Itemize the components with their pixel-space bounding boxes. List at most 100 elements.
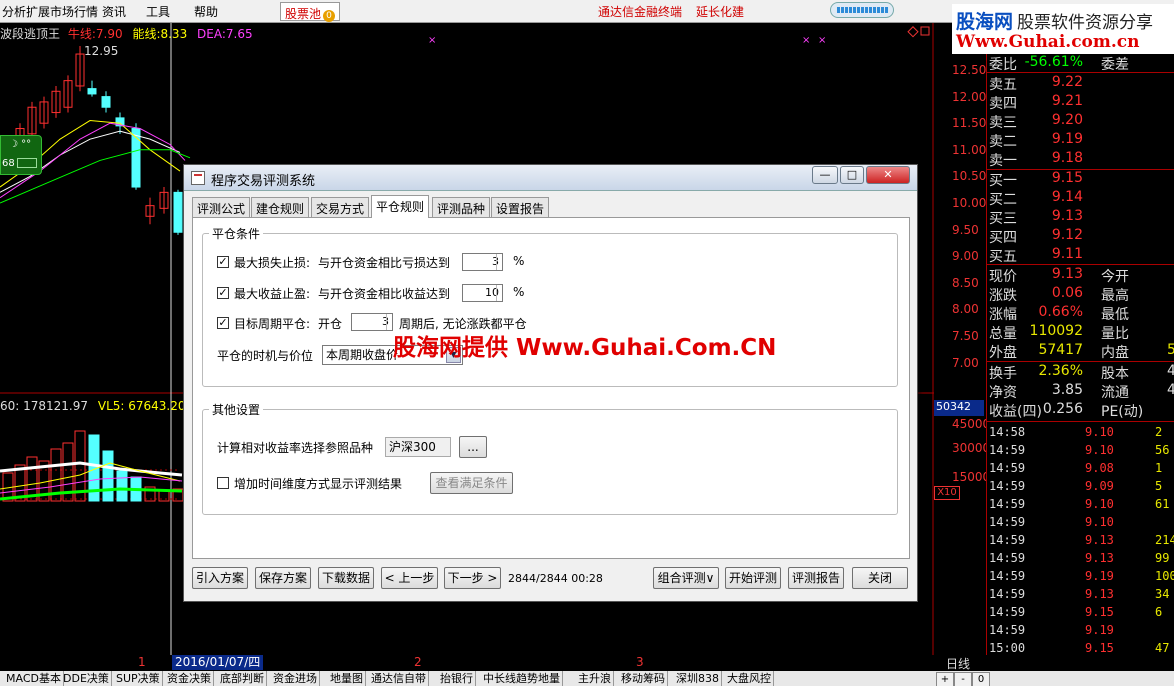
indicator-tab[interactable]: 主升浪 (576, 671, 614, 686)
menu-item-news[interactable]: 资讯 (102, 3, 126, 20)
stop-loss-checkbox[interactable]: ✓ (217, 256, 229, 268)
start-test-button[interactable]: 开始评测 (725, 567, 781, 589)
indicator-tab[interactable]: 深圳838 (674, 671, 722, 686)
zoom-controls: + -0 (936, 671, 990, 686)
close-rules-pane: 平仓条件 ✓ 最大损失止损: 与开仓资金相比亏损达到 3 % ✓ 最大收益止盈:… (192, 217, 910, 559)
tick-volume: 100 (1155, 569, 1174, 583)
save-plan-button[interactable]: 保存方案 (255, 567, 311, 589)
tick-row[interactable]: 14:59 9.13 99 (987, 551, 1174, 569)
stock-pool-button[interactable]: 股票池 0 (280, 2, 341, 22)
tick-row[interactable]: 14:59 9.15 6 (987, 605, 1174, 623)
tick-price: 9.10 (1085, 515, 1114, 529)
date-marker-3: 3 (636, 655, 644, 669)
prev-step-button[interactable]: < 上一步 (381, 567, 438, 589)
zoom-out-button[interactable]: - (954, 672, 972, 686)
combo-test-button[interactable]: 组合评测∨ (653, 567, 719, 589)
browse-reference-button[interactable]: ... (459, 436, 487, 458)
download-data-button[interactable]: 下载数据 (318, 567, 374, 589)
import-plan-button[interactable]: 引入方案 (192, 567, 248, 589)
tick-row[interactable]: 14:59 9.13 214 (987, 533, 1174, 551)
indicator-float-panel[interactable]: ☽ °° 68 (0, 135, 42, 175)
zoom-in-button[interactable]: + (936, 672, 954, 686)
close-dialog-button[interactable]: 关闭 (852, 567, 908, 589)
tick-row[interactable]: 14:59 9.13 34 (987, 587, 1174, 605)
tick-row[interactable]: 14:59 9.08 1 (987, 461, 1174, 479)
period-close-checkbox[interactable]: ✓ (217, 317, 229, 329)
stat-label-2: 量比 (1101, 326, 1129, 342)
time-dimension-checkbox[interactable] (217, 477, 229, 489)
buy-level-price: 9.13 (1051, 208, 1083, 224)
stop-loss-input[interactable]: 3 (462, 253, 503, 271)
signal-marker: × (428, 35, 436, 46)
promo-link-terminal[interactable]: 通达信金融终端 (598, 3, 682, 20)
tick-volume: 2 (1155, 425, 1163, 439)
candle-body (87, 88, 97, 95)
tab-instruments[interactable]: 评测品种 (432, 197, 491, 217)
buy-level-label: 买二 (989, 192, 1017, 208)
tick-row[interactable]: 14:59 9.09 5 (987, 479, 1174, 497)
menu-item-tools[interactable]: 工具 (146, 3, 170, 20)
float-panel-icons: ☽ °° (9, 139, 32, 150)
buy-level-price: 9.15 (1051, 170, 1083, 186)
menu-item-extended-market[interactable]: 扩展市场行情 (26, 3, 98, 20)
tick-row[interactable]: 14:59 9.10 56 (987, 443, 1174, 461)
promo-link-stock[interactable]: 延长化建 (696, 3, 744, 20)
tick-row[interactable]: 14:59 9.10 61 (987, 497, 1174, 515)
view-matches-button[interactable]: 查看满足条件 (430, 472, 513, 494)
sell-level-price: 9.19 (1051, 131, 1083, 147)
dea-label: DEA: (197, 27, 226, 41)
tab-trade-mode[interactable]: 交易方式 (311, 197, 370, 217)
indicator-tab[interactable]: 移动筹码 (619, 671, 668, 686)
indicator-tab[interactable]: SUP决策 (114, 671, 163, 686)
tab-close-rules[interactable]: 平仓规则 (371, 195, 430, 218)
maximize-button[interactable]: □ (840, 166, 864, 184)
indicator-tab[interactable]: 底部判断 (218, 671, 267, 686)
float-panel-value: 68 (2, 158, 15, 169)
next-step-button[interactable]: 下一步 > (444, 567, 501, 589)
period-selector[interactable]: 日线 (946, 655, 970, 672)
take-profit-checkbox[interactable]: ✓ (217, 287, 229, 299)
progress-status: 2844/2844 00:28 (508, 572, 603, 585)
period-close-input[interactable]: 3 (351, 313, 393, 331)
quote-label: 委比 (989, 57, 1017, 73)
keyboard-icon (17, 158, 37, 168)
price-tick-label: 11.00 (952, 142, 987, 157)
quote-value: -56.61% (1024, 54, 1083, 70)
tab-formula[interactable]: 评测公式 (192, 197, 251, 217)
buy-level-row: 买三 9.13 (987, 208, 1174, 227)
indicator-tab[interactable]: 地量图 (328, 671, 366, 686)
menu-item-analysis[interactable]: 分析 (2, 3, 26, 20)
stat-value: 9.13 (1051, 266, 1083, 282)
indicator-tab[interactable]: MACD基本 (4, 671, 64, 686)
divider (987, 72, 1174, 73)
tick-row[interactable]: 14:59 9.10 (987, 515, 1174, 533)
minimize-button[interactable]: — (812, 166, 838, 184)
tick-row[interactable]: 14:59 9.19 (987, 623, 1174, 641)
zoom-reset-button[interactable]: 0 (972, 672, 990, 686)
indicator-tab[interactable]: DDE决策 (61, 671, 112, 686)
other-settings-group: 其他设置 计算相对收益率选择参照品种 沪深300 ... 增加时间维度方式显示评… (202, 401, 898, 515)
stat-value: 110092 (1029, 323, 1083, 339)
indicator-tab[interactable]: 资金决策 (165, 671, 214, 686)
menu-item-help[interactable]: 帮助 (194, 3, 218, 20)
dialog-titlebar[interactable]: 程序交易评测系统 — □ ✕ (184, 165, 917, 191)
take-profit-input[interactable]: 10 (462, 284, 503, 302)
stat-value: 57417 (1038, 342, 1083, 358)
tick-price: 9.10 (1085, 425, 1114, 439)
window-close-button[interactable]: ✕ (866, 166, 910, 184)
volume-tick-label: 15000 (952, 470, 991, 484)
tab-report-settings[interactable]: 设置报告 (491, 197, 550, 217)
tick-volume: 56 (1155, 443, 1170, 457)
stat-label: 现价 (989, 269, 1017, 285)
tick-row[interactable]: 14:58 9.10 2 (987, 425, 1174, 443)
test-report-button[interactable]: 评测报告 (788, 567, 844, 589)
tab-open-rules[interactable]: 建仓规则 (251, 197, 310, 217)
indicator-tab[interactable]: 资金进场 (271, 671, 320, 686)
quote-row-weibi: 委比 -56.61% 委差 (987, 54, 1174, 73)
tick-row[interactable]: 14:59 9.19 100 (987, 569, 1174, 587)
indicator-tab[interactable]: 大盘风控 (725, 671, 774, 686)
price-tick-label: 10.50 (952, 169, 987, 184)
indicator-tab[interactable]: 中长线趋势地量 (481, 671, 563, 686)
indicator-tab[interactable]: 抬银行 (438, 671, 476, 686)
indicator-tab[interactable]: 通达信自带 (369, 671, 429, 686)
